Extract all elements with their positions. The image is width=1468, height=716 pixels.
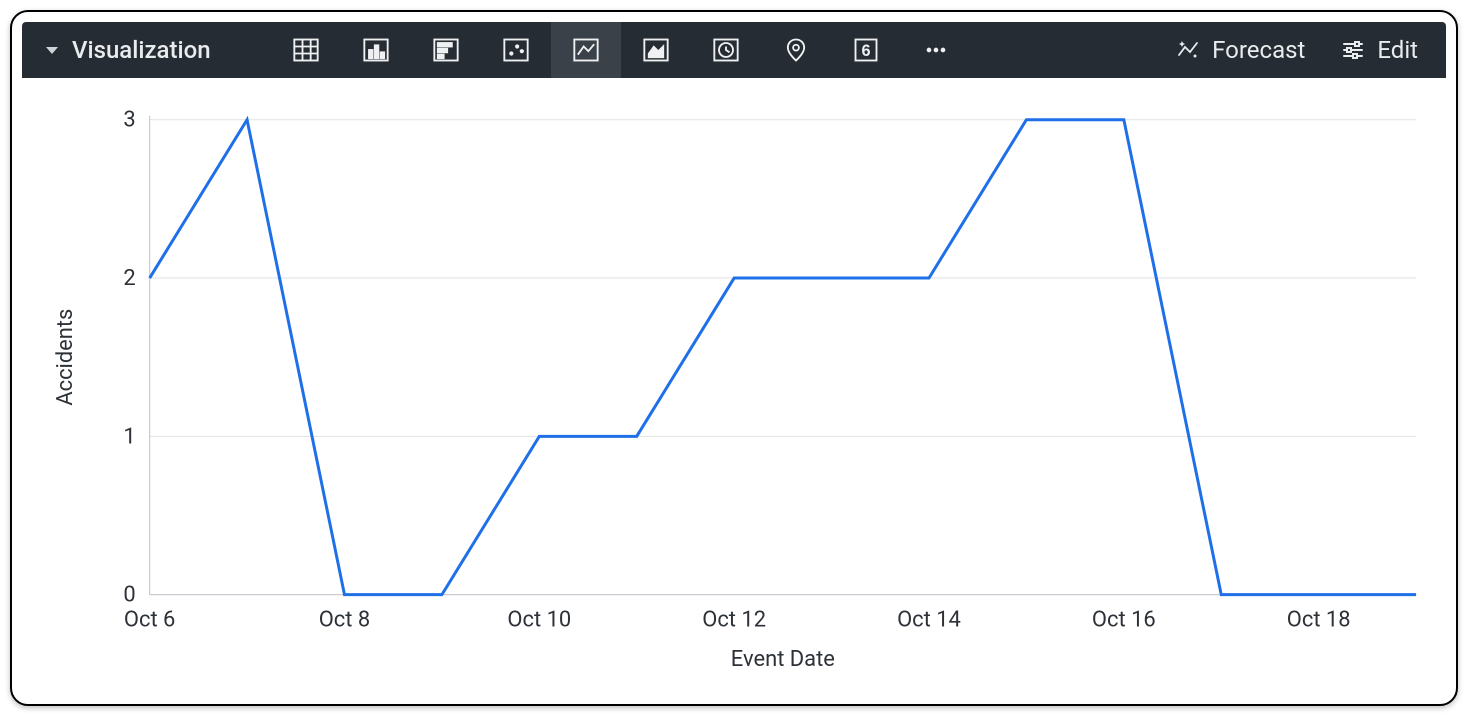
y-tick-label: 1	[123, 424, 135, 449]
x-tick-label: Oct 18	[1287, 607, 1351, 632]
forecast-label: Forecast	[1212, 36, 1305, 64]
x-axis-title: Event Date	[731, 647, 835, 672]
x-tick-label: Oct 10	[507, 607, 571, 632]
forecast-icon	[1176, 38, 1200, 62]
vis-type-line[interactable]	[551, 22, 621, 78]
line-chart[interactable]: 0 1 2 3 Oct 6 Oct 8 Oct 10 Oct 12 Oct 14 Oct 16 Oc…	[22, 78, 1446, 694]
x-tick-label: Oct 6	[124, 607, 175, 632]
visualization-label: Visualization	[72, 36, 211, 64]
y-axis-title: Accidents	[53, 309, 78, 406]
data-line	[150, 120, 1416, 595]
y-tick-label: 0	[123, 583, 135, 608]
vis-type-column[interactable]	[341, 22, 411, 78]
svg-text:6: 6	[861, 42, 870, 60]
area-chart-icon	[642, 36, 670, 64]
vis-type-more[interactable]	[901, 22, 971, 78]
forecast-button[interactable]: Forecast	[1158, 22, 1323, 78]
chart-area: 0 1 2 3 Oct 6 Oct 8 Oct 10 Oct 12 Oct 14 Oct 16 Oc…	[22, 78, 1446, 694]
vis-type-scatter[interactable]	[481, 22, 551, 78]
x-tick-label: Oct 12	[702, 607, 766, 632]
visualization-type-list: 6	[271, 22, 971, 78]
table-icon	[292, 36, 320, 64]
edit-button[interactable]: Edit	[1323, 22, 1436, 78]
more-icon	[922, 36, 950, 64]
visualization-toolbar: Visualization	[22, 22, 1446, 78]
vis-type-timeline[interactable]	[691, 22, 761, 78]
map-pin-icon	[782, 36, 810, 64]
column-chart-icon	[362, 36, 390, 64]
app-frame: Visualization	[10, 10, 1458, 706]
vis-type-map[interactable]	[761, 22, 831, 78]
settings-sliders-icon	[1341, 38, 1365, 62]
y-tick-label: 3	[123, 108, 135, 133]
x-tick-label: Oct 8	[319, 607, 370, 632]
x-tick-label: Oct 16	[1092, 607, 1156, 632]
clock-icon	[712, 36, 740, 64]
vis-type-single-value[interactable]: 6	[831, 22, 901, 78]
edit-label: Edit	[1377, 36, 1418, 64]
vis-type-area[interactable]	[621, 22, 691, 78]
vis-type-table[interactable]	[271, 22, 341, 78]
y-tick-label: 2	[123, 266, 135, 291]
single-value-icon: 6	[852, 36, 880, 64]
line-chart-icon	[572, 36, 600, 64]
scatter-chart-icon	[502, 36, 530, 64]
x-tick-label: Oct 14	[897, 607, 961, 632]
caret-down-icon	[46, 47, 58, 54]
visualization-toggle[interactable]: Visualization	[46, 36, 211, 64]
bar-chart-icon	[432, 36, 460, 64]
vis-type-bar[interactable]	[411, 22, 481, 78]
